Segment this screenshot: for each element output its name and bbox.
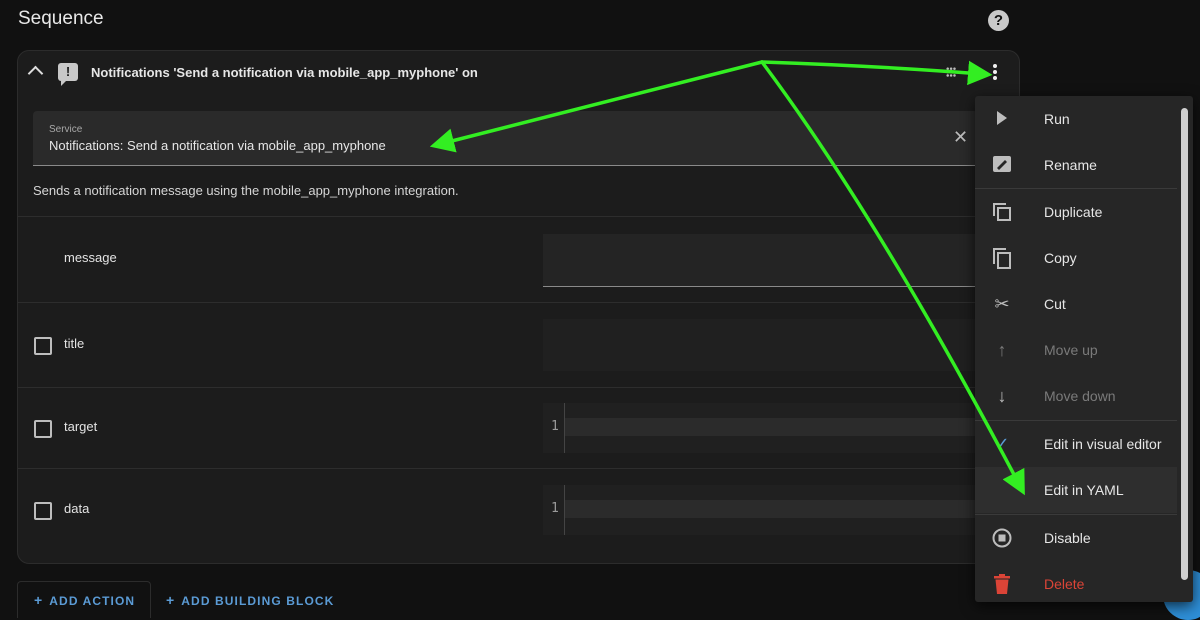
menu-item-edit-visual[interactable]: ✓ Edit in visual editor xyxy=(975,421,1177,467)
action-card-header[interactable]: ! Notifications 'Send a notification via… xyxy=(18,51,1019,97)
plus-icon: + xyxy=(166,592,176,608)
menu-scrollbar[interactable] xyxy=(1181,108,1188,580)
title-input[interactable] xyxy=(543,319,983,371)
service-field[interactable]: Service Notifications: Send a notificati… xyxy=(33,111,978,166)
data-code-editor[interactable]: 1 xyxy=(543,485,983,535)
menu-item-cut[interactable]: ✂ Cut xyxy=(975,281,1177,327)
service-description: Sends a notification message using the m… xyxy=(33,183,459,198)
menu-item-label: Disable xyxy=(1044,530,1091,546)
help-icon[interactable]: ? xyxy=(988,10,1009,31)
add-building-block-button[interactable]: + ADD BUILDING BLOCK xyxy=(166,592,334,608)
notification-icon: ! xyxy=(58,63,78,86)
play-icon xyxy=(991,109,1013,129)
menu-item-label: Cut xyxy=(1044,296,1066,312)
field-label-title: title xyxy=(64,336,85,351)
line-number: 1 xyxy=(551,501,559,516)
overflow-menu: Run Rename Duplicate Copy ✂ Cut ↑ Move u… xyxy=(975,96,1193,602)
menu-item-label: Rename xyxy=(1044,157,1097,173)
delete-icon xyxy=(991,574,1013,594)
data-checkbox[interactable] xyxy=(34,502,52,520)
chevron-up-icon[interactable] xyxy=(27,65,44,82)
menu-item-copy[interactable]: Copy xyxy=(975,235,1177,281)
row-divider xyxy=(18,302,1019,303)
overflow-menu-icon[interactable] xyxy=(992,64,998,84)
arrow-up-icon: ↑ xyxy=(997,340,1007,360)
action-title: Notifications 'Send a notification via m… xyxy=(91,65,478,80)
field-label-message: message xyxy=(64,250,117,265)
menu-item-run[interactable]: Run xyxy=(975,96,1177,142)
clear-icon[interactable]: ✕ xyxy=(953,127,968,148)
add-action-label[interactable]: + ADD ACTION xyxy=(34,592,135,608)
target-code-editor[interactable]: 1 xyxy=(543,403,983,453)
scissors-icon: ✂ xyxy=(994,294,1010,314)
menu-item-move-down: ↓ Move down xyxy=(975,373,1177,419)
copy-icon xyxy=(991,248,1013,269)
row-divider xyxy=(18,468,1019,469)
menu-item-disable[interactable]: Disable xyxy=(975,515,1177,561)
menu-item-label: Edit in visual editor xyxy=(1044,436,1162,452)
code-gutter-divider xyxy=(564,485,565,535)
action-card: ! Notifications 'Send a notification via… xyxy=(17,50,1020,564)
field-label-data: data xyxy=(64,501,90,516)
disable-icon xyxy=(991,528,1013,548)
menu-item-rename[interactable]: Rename xyxy=(975,142,1177,188)
menu-item-edit-yaml[interactable]: Edit in YAML xyxy=(975,467,1177,513)
section-title: Sequence xyxy=(18,8,104,29)
menu-item-label: Edit in YAML xyxy=(1044,482,1124,498)
menu-item-label: Copy xyxy=(1044,250,1077,266)
plus-icon: + xyxy=(34,592,44,608)
drag-handle-icon[interactable] xyxy=(946,67,956,77)
service-field-value[interactable]: Notifications: Send a notification via m… xyxy=(49,138,386,153)
title-checkbox[interactable] xyxy=(34,337,52,355)
menu-item-label: Duplicate xyxy=(1044,204,1103,220)
check-icon: ✓ xyxy=(994,434,1010,454)
field-label-target: target xyxy=(64,419,98,434)
service-field-label: Service xyxy=(49,124,83,135)
menu-item-label: Delete xyxy=(1044,576,1085,592)
rename-icon xyxy=(991,155,1013,175)
menu-item-move-up: ↑ Move up xyxy=(975,327,1177,373)
duplicate-icon xyxy=(991,202,1013,222)
arrow-down-icon: ↓ xyxy=(997,386,1007,406)
target-checkbox[interactable] xyxy=(34,420,52,438)
menu-item-delete[interactable]: Delete xyxy=(975,561,1177,607)
row-divider xyxy=(18,216,1019,217)
code-active-line xyxy=(565,418,983,436)
menu-item-duplicate[interactable]: Duplicate xyxy=(975,189,1177,235)
code-active-line xyxy=(565,500,983,518)
menu-item-label: Move down xyxy=(1044,388,1116,404)
message-input[interactable] xyxy=(543,234,983,287)
line-number: 1 xyxy=(551,419,559,434)
row-divider xyxy=(18,387,1019,388)
menu-item-label: Run xyxy=(1044,111,1070,127)
code-gutter-divider xyxy=(564,403,565,453)
menu-item-label: Move up xyxy=(1044,342,1098,358)
